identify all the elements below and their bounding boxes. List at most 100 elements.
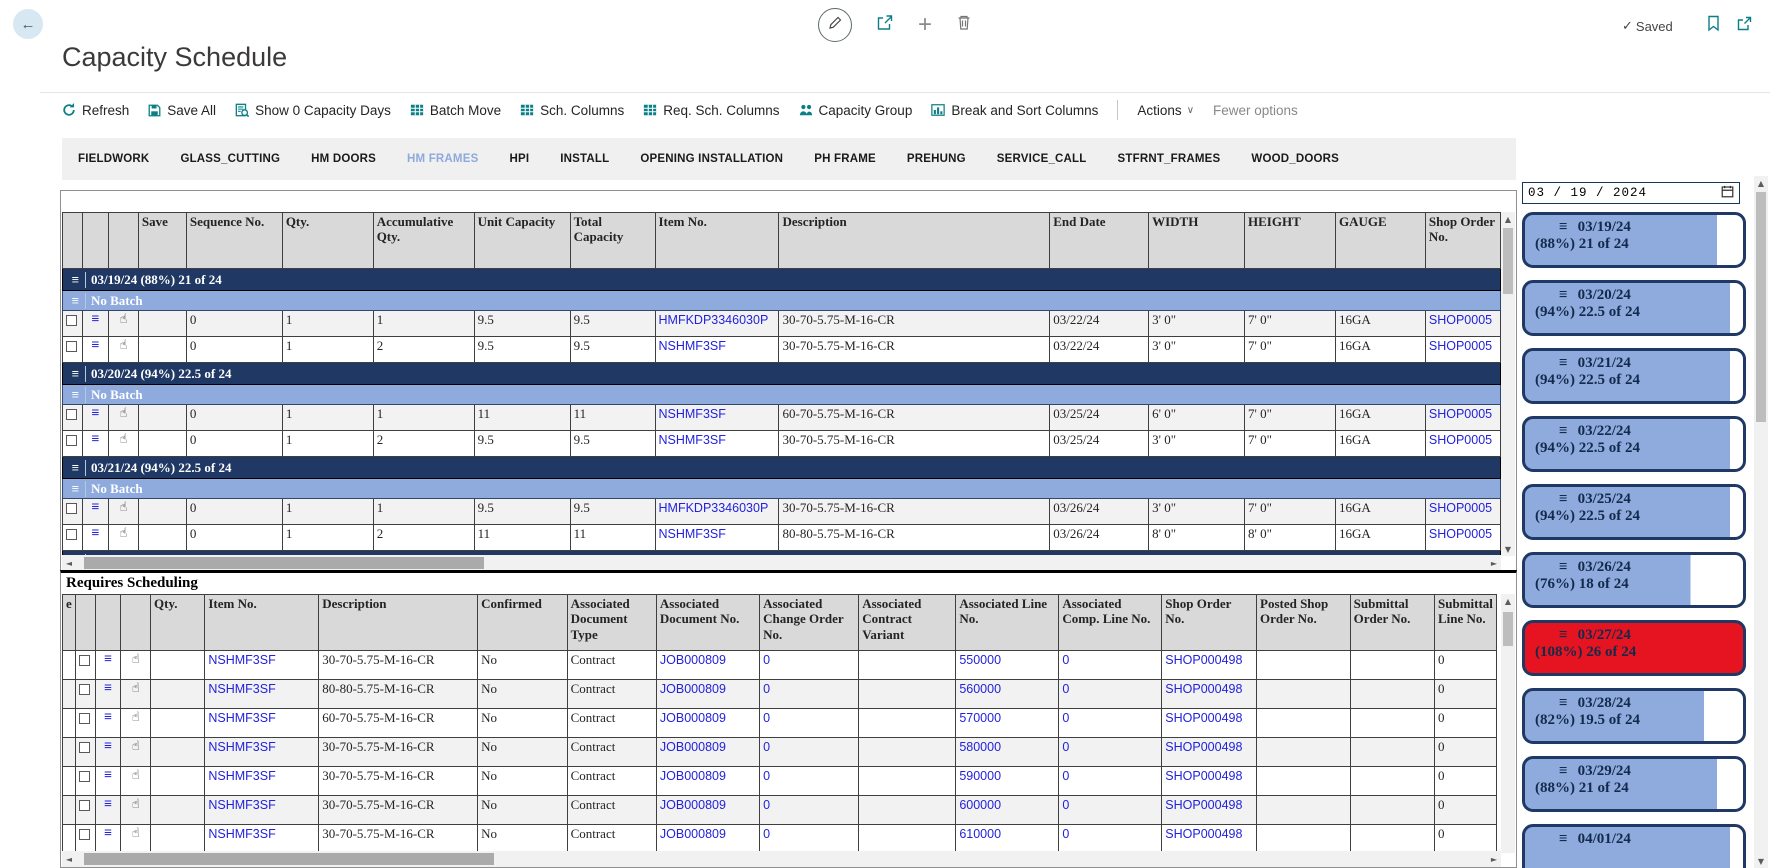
column-header[interactable]: Unit Capacity <box>474 213 570 269</box>
change-order-link[interactable]: 0 <box>763 798 770 812</box>
row-checkbox[interactable] <box>66 503 77 514</box>
capacity-day-card[interactable]: ≡03/27/24(108%) 26 of 24 <box>1522 620 1746 676</box>
batch-move-button[interactable]: Batch Move <box>410 103 501 118</box>
column-header[interactable]: Shop Order No. <box>1425 213 1500 269</box>
capacity-day-card[interactable]: ≡03/25/24(94%) 22.5 of 24 <box>1522 484 1746 540</box>
shop-order-link[interactable]: SHOP000498 <box>1165 827 1242 841</box>
capacity-day-card[interactable]: ≡03/28/24(82%) 19.5 of 24 <box>1522 688 1746 744</box>
column-header[interactable]: Item No. <box>655 213 779 269</box>
document-no-link[interactable]: JOB000809 <box>660 711 726 725</box>
scroll-left-icon[interactable]: ◄ <box>62 555 76 571</box>
document-no-link[interactable]: JOB000809 <box>660 740 726 754</box>
bookmark-icon[interactable] <box>1706 15 1721 37</box>
column-header[interactable] <box>82 213 108 269</box>
scrollbar-thumb[interactable] <box>1756 192 1766 422</box>
tab-install[interactable]: INSTALL <box>560 153 609 165</box>
column-header[interactable]: Qty. <box>151 595 205 651</box>
row-menu-icon[interactable]: ≡ <box>86 526 105 542</box>
drag-handle-icon[interactable]: ☝ <box>124 681 147 696</box>
tab-opening-installation[interactable]: OPENING INSTALLATION <box>640 153 783 165</box>
column-header[interactable]: Submittal Order No. <box>1350 595 1434 651</box>
tab-prehung[interactable]: PREHUNG <box>907 153 966 165</box>
share-icon[interactable] <box>876 14 894 37</box>
row-menu-icon[interactable]: ≡ <box>99 739 118 755</box>
item-no-link[interactable]: NSHMF3SF <box>208 682 275 696</box>
change-order-link[interactable]: 0 <box>763 653 770 667</box>
row-menu-icon[interactable]: ≡ <box>66 293 86 309</box>
shop-order-link[interactable]: SHOP0005 <box>1429 501 1492 515</box>
drag-handle-icon[interactable]: ☝ <box>112 432 135 447</box>
drag-handle-icon[interactable]: ☝ <box>112 526 135 541</box>
column-header[interactable] <box>63 213 83 269</box>
column-header[interactable]: Shop Order No. <box>1162 595 1257 651</box>
line-no-link[interactable]: 550000 <box>959 653 1001 667</box>
refresh-button[interactable]: Refresh <box>62 103 129 118</box>
shop-order-link[interactable]: SHOP0005 <box>1429 407 1492 421</box>
column-header[interactable]: Associated Comp. Line No. <box>1059 595 1162 651</box>
row-checkbox[interactable] <box>79 829 90 840</box>
card-menu-icon[interactable]: ≡ <box>1559 627 1568 644</box>
shop-order-link[interactable]: SHOP000498 <box>1165 682 1242 696</box>
column-header[interactable] <box>95 595 121 651</box>
column-header[interactable]: Posted Shop Order No. <box>1257 595 1351 651</box>
row-checkbox[interactable] <box>66 435 77 446</box>
fewer-options-button[interactable]: Fewer options <box>1213 103 1298 118</box>
column-header[interactable]: Associated Contract Variant <box>859 595 956 651</box>
comp-line-no-link[interactable]: 0 <box>1062 711 1069 725</box>
item-no-link[interactable]: NSHMF3SF <box>659 433 726 447</box>
drag-handle-icon[interactable]: ☝ <box>112 500 135 515</box>
item-no-link[interactable]: HMFKDP3346030P <box>659 501 769 515</box>
save-all-button[interactable]: Save All <box>148 103 216 118</box>
card-menu-icon[interactable]: ≡ <box>1559 763 1568 780</box>
card-menu-icon[interactable]: ≡ <box>1559 831 1568 848</box>
column-header[interactable]: e <box>63 595 76 651</box>
row-checkbox[interactable] <box>79 742 90 753</box>
column-header[interactable] <box>121 595 151 651</box>
shop-order-link[interactable]: SHOP0005 <box>1429 313 1492 327</box>
tab-service-call[interactable]: SERVICE_CALL <box>997 153 1087 165</box>
shop-order-link[interactable]: SHOP000498 <box>1165 798 1242 812</box>
line-no-link[interactable]: 590000 <box>959 769 1001 783</box>
drag-handle-icon[interactable]: ☝ <box>124 768 147 783</box>
tab-glass-cutting[interactable]: GLASS_CUTTING <box>180 153 280 165</box>
card-menu-icon[interactable]: ≡ <box>1559 559 1568 576</box>
column-header[interactable] <box>75 595 95 651</box>
capacity-day-card[interactable]: ≡03/22/24(94%) 22.5 of 24 <box>1522 416 1746 472</box>
column-header[interactable]: HEIGHT <box>1245 213 1336 269</box>
row-menu-icon[interactable]: ≡ <box>86 432 105 448</box>
document-no-link[interactable]: JOB000809 <box>660 769 726 783</box>
drag-handle-icon[interactable]: ☝ <box>124 710 147 725</box>
schedule-vertical-scrollbar[interactable]: ▲ ▼ <box>1501 212 1515 556</box>
shop-order-link[interactable]: SHOP000498 <box>1165 740 1242 754</box>
comp-line-no-link[interactable]: 0 <box>1062 798 1069 812</box>
schedule-horizontal-scrollbar[interactable]: ◄ ► <box>62 555 1501 571</box>
item-no-link[interactable]: NSHMF3SF <box>208 769 275 783</box>
line-no-link[interactable]: 600000 <box>959 798 1001 812</box>
tab-stfrnt-frames[interactable]: STFRNT_FRAMES <box>1118 153 1221 165</box>
open-in-new-icon[interactable] <box>1736 16 1752 37</box>
row-menu-icon[interactable]: ≡ <box>86 312 105 328</box>
drag-handle-icon[interactable]: ☝ <box>124 826 147 841</box>
item-no-link[interactable]: NSHMF3SF <box>208 798 275 812</box>
scroll-right-icon[interactable]: ► <box>1487 851 1501 867</box>
tab-fieldwork[interactable]: FIELDWORK <box>78 153 149 165</box>
comp-line-no-link[interactable]: 0 <box>1062 653 1069 667</box>
card-menu-icon[interactable]: ≡ <box>1559 219 1568 236</box>
line-no-link[interactable]: 580000 <box>959 740 1001 754</box>
row-menu-icon[interactable]: ≡ <box>99 826 118 842</box>
actions-menu-button[interactable]: Actions ∨ <box>1137 103 1194 118</box>
column-header[interactable]: Confirmed <box>478 595 567 651</box>
column-header[interactable]: Associated Line No. <box>956 595 1059 651</box>
shop-order-link[interactable]: SHOP000498 <box>1165 653 1242 667</box>
capacity-day-card[interactable]: ≡04/01/24 <box>1522 824 1746 868</box>
column-header[interactable]: Save <box>138 213 186 269</box>
capacity-day-card[interactable]: ≡03/26/24(76%) 18 of 24 <box>1522 552 1746 608</box>
item-no-link[interactable]: NSHMF3SF <box>208 711 275 725</box>
capacity-day-card[interactable]: ≡03/19/24(88%) 21 of 24 <box>1522 212 1746 268</box>
capacity-day-card[interactable]: ≡03/29/24(88%) 21 of 24 <box>1522 756 1746 812</box>
shop-order-link[interactable]: SHOP000498 <box>1165 769 1242 783</box>
scroll-right-icon[interactable]: ► <box>1487 555 1501 571</box>
row-checkbox[interactable] <box>79 684 90 695</box>
document-no-link[interactable]: JOB000809 <box>660 653 726 667</box>
add-icon[interactable]: + <box>918 13 932 37</box>
